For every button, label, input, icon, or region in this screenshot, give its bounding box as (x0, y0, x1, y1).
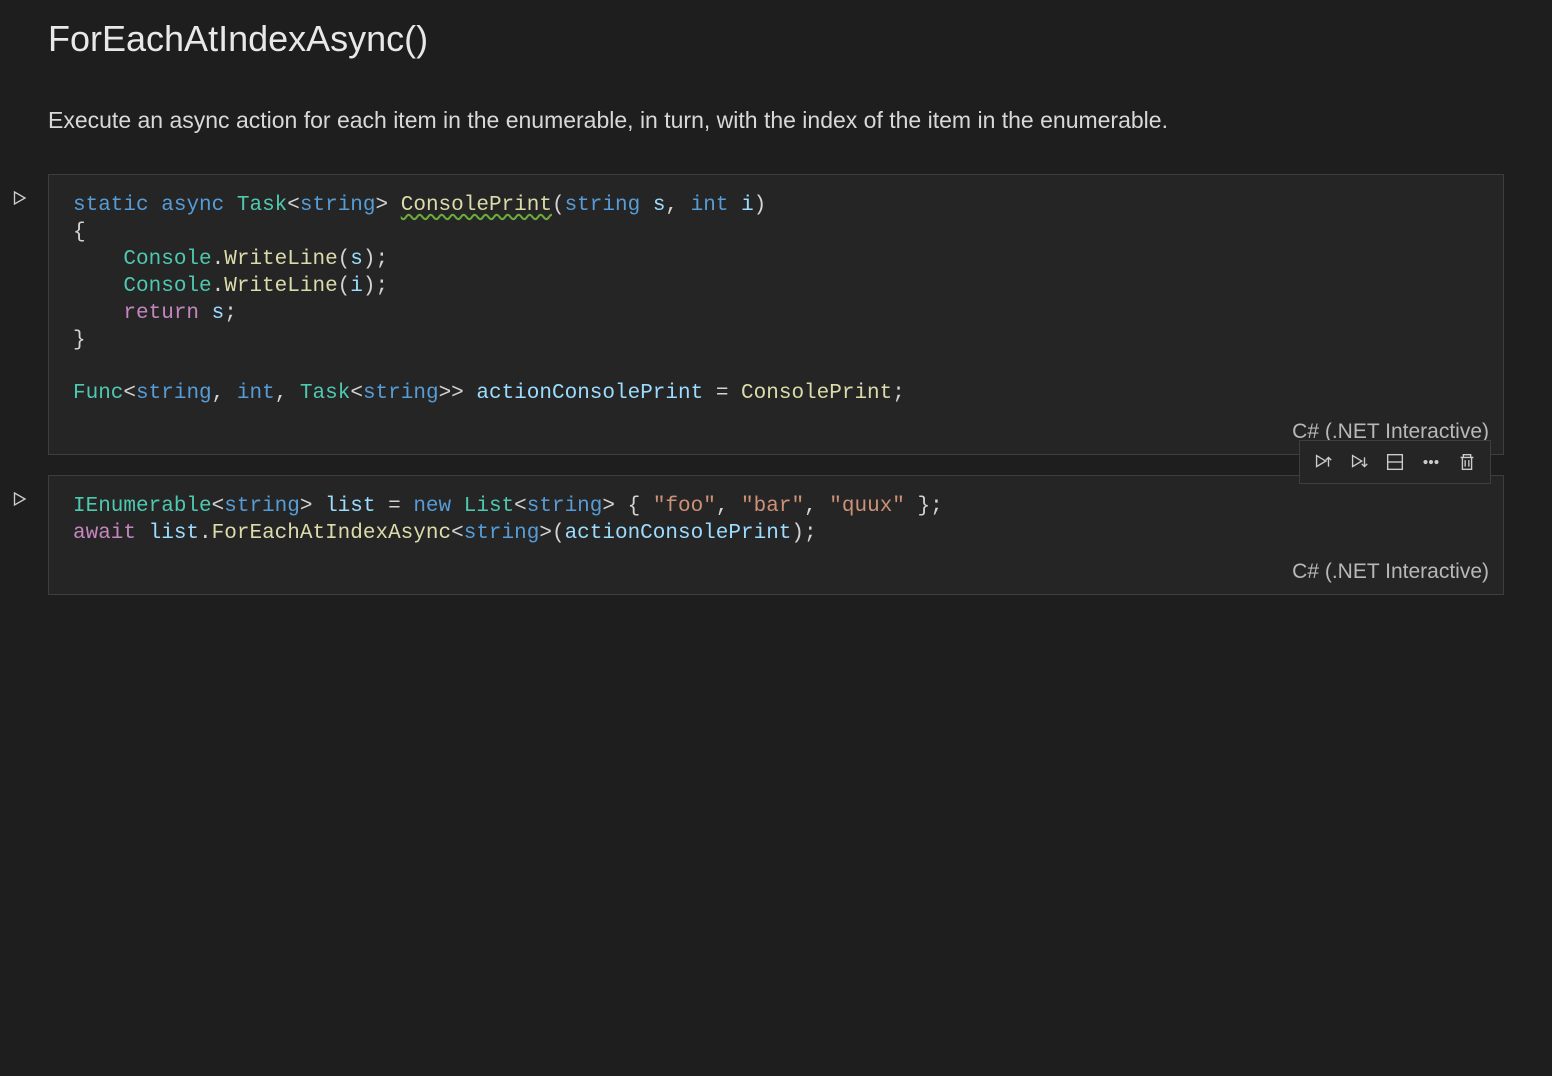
code-cell-wrapper: IEnumerable<string> list = new List<stri… (48, 475, 1504, 595)
page-title: ForEachAtIndexAsync() (48, 18, 1504, 60)
run-cell-button[interactable] (7, 186, 31, 210)
execute-above-button[interactable] (1306, 445, 1340, 479)
cell-toolbar (1299, 440, 1491, 484)
execute-below-button[interactable] (1342, 445, 1376, 479)
code-editor[interactable]: static async Task<string> ConsolePrint(s… (49, 175, 1503, 414)
split-cell-button[interactable] (1378, 445, 1412, 479)
run-cell-button[interactable] (7, 487, 31, 511)
cell-language-label: C# (.NET Interactive) (49, 414, 1503, 454)
description: Execute an async action for each item in… (48, 104, 1504, 136)
code-cell[interactable]: static async Task<string> ConsolePrint(s… (48, 174, 1504, 455)
code-cell-wrapper: static async Task<string> ConsolePrint(s… (48, 174, 1504, 455)
code-cell[interactable]: IEnumerable<string> list = new List<stri… (48, 475, 1504, 595)
code-editor[interactable]: IEnumerable<string> list = new List<stri… (49, 476, 1503, 554)
more-button[interactable] (1414, 445, 1448, 479)
delete-button[interactable] (1450, 445, 1484, 479)
cell-language-label: C# (.NET Interactive) (49, 554, 1503, 594)
